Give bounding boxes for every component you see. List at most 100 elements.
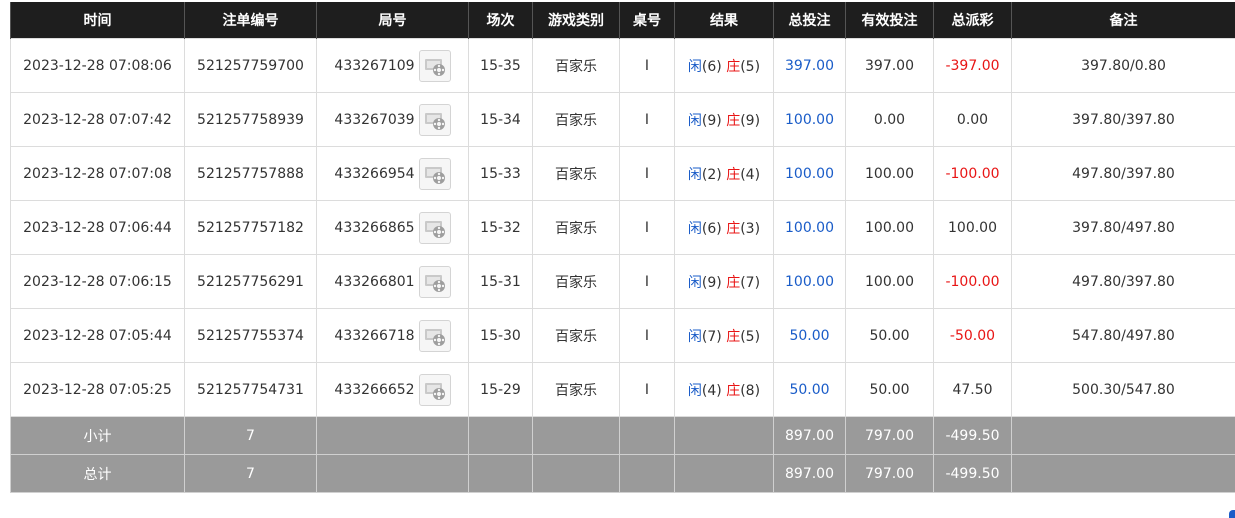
game-type: 百家乐 — [532, 254, 620, 309]
bet-id: 521257759700 — [184, 38, 317, 93]
video-replay-icon[interactable] — [418, 103, 451, 136]
note: 497.80/397.80 — [1011, 254, 1235, 309]
bet-id: 521257757182 — [184, 200, 317, 255]
table-number: I — [619, 200, 675, 255]
table-number: I — [619, 254, 675, 309]
col-header-result: 结果 — [674, 2, 774, 39]
col-header-note: 备注 — [1011, 2, 1235, 39]
total-bet: 100.00 — [773, 254, 846, 309]
bet-id: 521257758939 — [184, 92, 317, 147]
col-header-payout: 总派彩 — [933, 2, 1012, 39]
col-header-bet-id: 注单编号 — [184, 2, 317, 39]
banker-score: (7) — [740, 274, 761, 291]
game-type: 百家乐 — [532, 308, 620, 363]
session: 15-30 — [468, 308, 533, 363]
session: 15-34 — [468, 92, 533, 147]
round-number: 433266652 — [334, 381, 415, 398]
session: 15-35 — [468, 38, 533, 93]
table-number: I — [619, 146, 675, 201]
banker-score: (3) — [740, 220, 761, 237]
banker-label: 庄 — [726, 112, 741, 129]
table-row: 2023-12-28 07:05:25 521257754731 433266652… — [10, 362, 1235, 417]
table-number: I — [619, 38, 675, 93]
payout: 47.50 — [933, 362, 1012, 417]
valid-bet: 50.00 — [845, 308, 934, 363]
valid-bet: 100.00 — [845, 254, 934, 309]
note: 397.80/397.80 — [1011, 92, 1235, 147]
video-replay-icon[interactable] — [418, 49, 451, 82]
player-label: 闲 — [687, 328, 702, 345]
bet-time: 2023-12-28 07:06:15 — [10, 254, 185, 309]
valid-bet: 0.00 — [845, 92, 934, 147]
note: 497.80/397.80 — [1011, 146, 1235, 201]
valid-bet: 397.00 — [845, 38, 934, 93]
session: 15-32 — [468, 200, 533, 255]
total-count: 7 — [184, 454, 317, 493]
player-score: (6) — [701, 58, 722, 75]
bet-id: 521257756291 — [184, 254, 317, 309]
player-score: (4) — [701, 382, 722, 399]
table-row: 2023-12-28 07:08:06 521257759700 433267109… — [10, 38, 1235, 93]
scroll-indicator — [1229, 510, 1235, 518]
table-header-row: 时间 注单编号 局号 场次 游戏类别 桌号 结果 总投注 有效投注 总派彩 备注 — [10, 2, 1235, 39]
bet-history-table: 时间 注单编号 局号 场次 游戏类别 桌号 结果 总投注 有效投注 总派彩 备注… — [10, 2, 1235, 493]
video-replay-icon[interactable] — [418, 157, 451, 190]
banker-score: (9) — [740, 112, 761, 129]
session: 15-29 — [468, 362, 533, 417]
note: 500.30/547.80 — [1011, 362, 1235, 417]
result: 闲(2) 庄(4) — [674, 146, 774, 201]
round-number: 433266718 — [334, 327, 415, 344]
bet-time: 2023-12-28 07:07:42 — [10, 92, 185, 147]
banker-score: (4) — [740, 166, 761, 183]
player-score: (6) — [701, 220, 722, 237]
round-number: 433266954 — [334, 165, 415, 182]
payout: -100.00 — [933, 146, 1012, 201]
table-number: I — [619, 362, 675, 417]
round-cell: 433267039 — [316, 92, 469, 147]
total-row: 总计 7 897.00 797.00 -499.50 — [10, 454, 1235, 493]
col-header-round: 局号 — [316, 2, 469, 39]
player-score: (9) — [701, 112, 722, 129]
round-cell: 433266652 — [316, 362, 469, 417]
result: 闲(4) 庄(8) — [674, 362, 774, 417]
result: 闲(6) 庄(3) — [674, 200, 774, 255]
round-number: 433267109 — [334, 57, 415, 74]
bet-id: 521257755374 — [184, 308, 317, 363]
note: 397.80/497.80 — [1011, 200, 1235, 255]
subtotal-valid-bet: 797.00 — [845, 416, 934, 455]
video-replay-icon[interactable] — [418, 319, 451, 352]
total-bet: 397.00 — [773, 38, 846, 93]
banker-label: 庄 — [726, 328, 741, 345]
round-number: 433266865 — [334, 219, 415, 236]
subtotal-total-bet: 897.00 — [773, 416, 846, 455]
video-replay-icon[interactable] — [418, 265, 451, 298]
total-valid-bet: 797.00 — [845, 454, 934, 493]
video-replay-icon[interactable] — [418, 373, 451, 406]
col-header-game-type: 游戏类别 — [532, 2, 620, 39]
round-cell: 433266801 — [316, 254, 469, 309]
col-header-time: 时间 — [10, 2, 185, 39]
payout: 100.00 — [933, 200, 1012, 255]
total-bet: 100.00 — [773, 92, 846, 147]
payout: 0.00 — [933, 92, 1012, 147]
round-cell: 433266954 — [316, 146, 469, 201]
player-label: 闲 — [687, 58, 702, 75]
subtotal-row: 小计 7 897.00 797.00 -499.50 — [10, 416, 1235, 455]
banker-label: 庄 — [726, 382, 741, 399]
valid-bet: 100.00 — [845, 200, 934, 255]
player-score: (9) — [701, 274, 722, 291]
table-row: 2023-12-28 07:06:15 521257756291 433266801… — [10, 254, 1235, 309]
round-cell: 433267109 — [316, 38, 469, 93]
banker-label: 庄 — [726, 58, 741, 75]
note: 397.80/0.80 — [1011, 38, 1235, 93]
player-score: (2) — [701, 166, 722, 183]
video-replay-icon[interactable] — [418, 211, 451, 244]
payout: -50.00 — [933, 308, 1012, 363]
player-label: 闲 — [687, 220, 702, 237]
game-type: 百家乐 — [532, 362, 620, 417]
bet-time: 2023-12-28 07:06:44 — [10, 200, 185, 255]
game-type: 百家乐 — [532, 200, 620, 255]
col-header-total-bet: 总投注 — [773, 2, 846, 39]
banker-score: (8) — [740, 382, 761, 399]
subtotal-payout: -499.50 — [933, 416, 1012, 455]
